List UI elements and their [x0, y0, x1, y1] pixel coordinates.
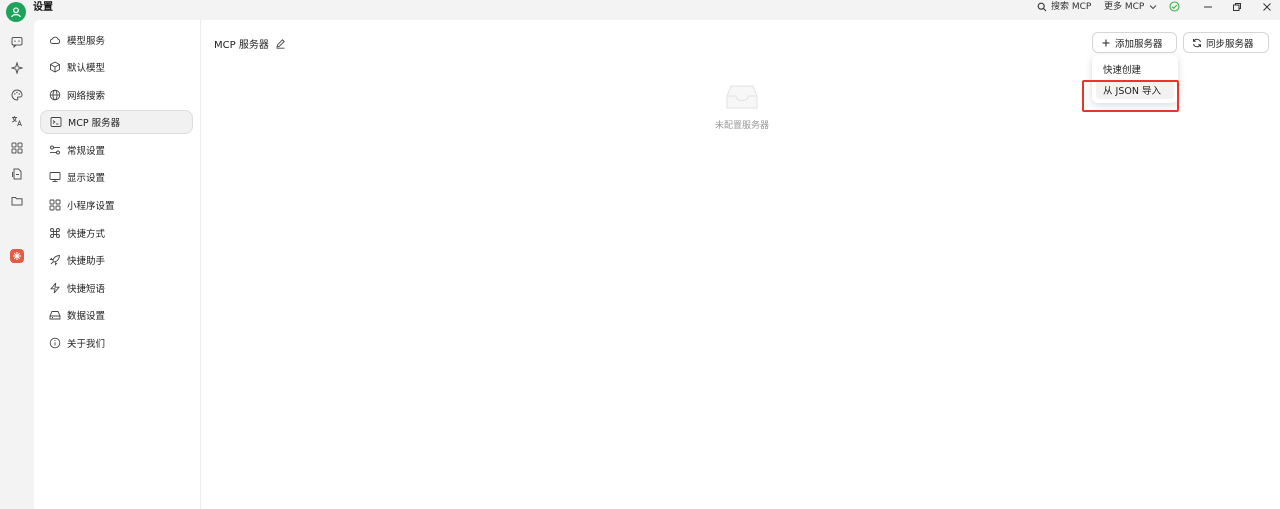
sync-server-button[interactable]: 同步服务器 [1183, 32, 1269, 53]
command-icon [50, 228, 60, 238]
close-icon [1263, 3, 1271, 11]
sidebar-item-label: 显示设置 [67, 173, 106, 184]
user-icon [11, 7, 21, 18]
minimize-button[interactable] [1198, 0, 1218, 14]
app-title: 设置 [33, 2, 53, 13]
globe-icon [49, 89, 61, 101]
settings-sidebar: 模型服务 默认模型 网络搜索 MCP 服务器 常规设置 显示设置 小程序设置 快… [34, 20, 201, 509]
mini-app-icon[interactable] [10, 249, 24, 263]
chat-icon[interactable] [10, 35, 24, 49]
sidebar-item-web-search[interactable]: 网络搜索 [40, 83, 193, 107]
sidebar-item-mcp-servers[interactable]: MCP 服务器 [40, 110, 193, 134]
sidebar-item-quick-phrases[interactable]: 快捷短语 [40, 276, 193, 300]
terminal-icon [50, 117, 62, 127]
document-icon[interactable] [10, 167, 24, 181]
sidebar-item-label: 数据设置 [67, 311, 106, 322]
sidebar-item-label: 默认模型 [67, 63, 106, 74]
search-mcp-label: 搜索 MCP [1051, 2, 1092, 12]
minimize-icon [1204, 6, 1212, 8]
search-mcp-button[interactable]: 搜索 MCP [1037, 1, 1091, 13]
sidebar-item-label: MCP 服务器 [68, 118, 121, 129]
sidebar-item-general-settings[interactable]: 常规设置 [40, 138, 193, 162]
sidebar-item-display-settings[interactable]: 显示设置 [40, 165, 193, 189]
sidebar-item-data-settings[interactable]: 数据设置 [40, 303, 193, 327]
settings-sliders-icon [50, 145, 60, 155]
empty-inbox-icon [726, 85, 758, 109]
restore-button[interactable] [1227, 0, 1247, 14]
title-bar: 设置 搜索 MCP 更多 MCP [0, 0, 1280, 22]
plus-icon [1102, 39, 1110, 46]
sidebar-item-quick-assistant[interactable]: 快捷助手 [40, 248, 193, 272]
close-button[interactable] [1257, 0, 1277, 14]
palette-icon[interactable] [10, 88, 24, 102]
page-title: MCP 服务器 [214, 36, 286, 51]
menu-item-quick-create[interactable]: 快速创建 [1096, 59, 1174, 78]
zap-icon [50, 282, 60, 294]
rocket-icon [49, 255, 60, 266]
more-mcp-label: 更多 MCP [1104, 2, 1145, 12]
edit-icon[interactable] [275, 38, 286, 49]
sync-server-label: 同步服务器 [1206, 38, 1254, 50]
cube-icon [50, 61, 60, 73]
sidebar-item-label: 快捷方式 [67, 229, 106, 240]
sidebar-item-about-us[interactable]: 关于我们 [40, 331, 193, 355]
icon-rail [0, 20, 34, 509]
add-server-label: 添加服务器 [1115, 38, 1163, 50]
user-avatar[interactable] [6, 2, 26, 22]
sparkle-icon[interactable] [10, 61, 24, 75]
sidebar-item-label: 网络搜索 [67, 91, 106, 102]
status-check-icon [1169, 1, 1180, 15]
apps-icon[interactable] [10, 141, 24, 155]
menu-item-import-json[interactable]: 从 JSON 导入 [1096, 80, 1174, 99]
sidebar-item-label: 小程序设置 [67, 201, 115, 212]
sidebar-item-label: 快捷短语 [67, 284, 106, 295]
sidebar-item-label: 快捷助手 [67, 256, 106, 267]
sidebar-item-label: 模型服务 [67, 36, 106, 47]
cloud-icon [50, 36, 61, 44]
sidebar-item-label: 常规设置 [67, 146, 106, 157]
more-mcp-dropdown[interactable]: 更多 MCP [1104, 1, 1157, 13]
add-server-button[interactable]: 添加服务器 [1092, 32, 1177, 53]
grid-icon [49, 199, 61, 211]
drive-icon [49, 311, 61, 320]
empty-state: 未配置服务器 [707, 84, 777, 131]
page-title-text: MCP 服务器 [214, 40, 269, 51]
monitor-icon [49, 172, 61, 182]
sync-icon [1193, 38, 1201, 47]
sidebar-item-mini-app-settings[interactable]: 小程序设置 [40, 193, 193, 217]
empty-state-text: 未配置服务器 [714, 121, 769, 131]
folder-icon[interactable] [10, 194, 24, 208]
add-server-menu: 快速创建 从 JSON 导入 [1092, 55, 1178, 103]
restore-icon [1233, 3, 1241, 11]
sidebar-item-label: 关于我们 [67, 339, 106, 350]
chevron-down-icon [1149, 5, 1157, 10]
sidebar-item-default-model[interactable]: 默认模型 [40, 55, 193, 79]
search-icon [1037, 2, 1047, 12]
info-icon [49, 337, 61, 349]
translate-icon[interactable] [10, 114, 24, 128]
sidebar-item-shortcuts[interactable]: 快捷方式 [40, 221, 193, 245]
sidebar-item-model-service[interactable]: 模型服务 [40, 28, 193, 52]
